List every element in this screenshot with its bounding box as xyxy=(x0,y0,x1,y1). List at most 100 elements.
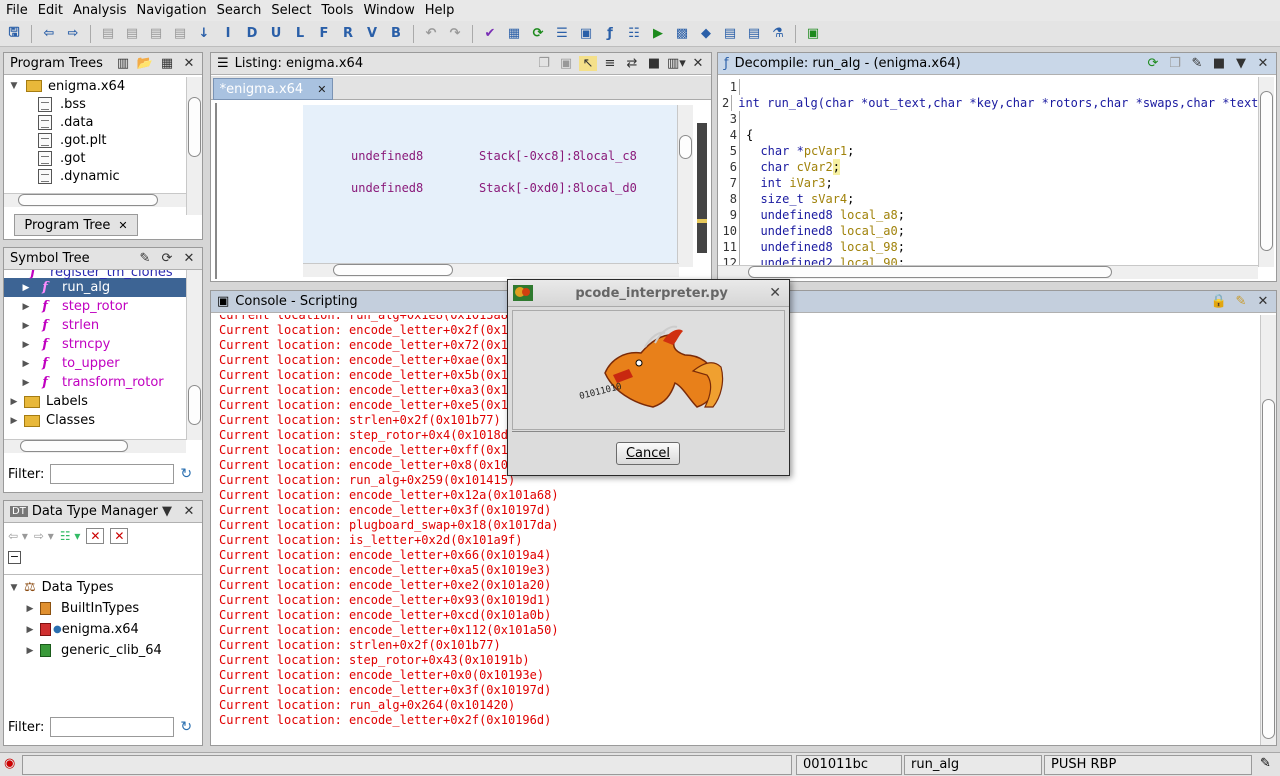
menu-search[interactable]: Search xyxy=(217,3,262,18)
filter-pointers-icon[interactable]: ✕ xyxy=(110,528,129,544)
expand-icon[interactable]: ▶ xyxy=(8,397,20,407)
decl-type[interactable]: undefined2 xyxy=(760,255,839,265)
tree-row-section[interactable]: .data xyxy=(4,113,186,131)
symbol-row[interactable]: ▶ f step_rotor xyxy=(4,297,186,316)
dtm-filter-input[interactable] xyxy=(50,717,175,737)
decompile-line[interactable]: 11 undefined8 local_98; xyxy=(722,239,1258,255)
memory-map-icon[interactable]: ▤ xyxy=(720,24,740,44)
tree-row-section[interactable]: .bss xyxy=(4,95,186,113)
refresh-icon[interactable]: ⟳ xyxy=(158,251,176,266)
decl-type[interactable]: char xyxy=(760,159,796,175)
nav-letter-u[interactable]: U xyxy=(266,24,286,44)
symbol-row[interactable]: ▶ f strlen xyxy=(4,316,186,335)
decompile-line[interactable]: 1 xyxy=(722,79,1258,95)
close-icon[interactable]: ✕ xyxy=(180,504,198,519)
clear-console-icon[interactable]: ✎ xyxy=(1232,294,1250,309)
menu-window[interactable]: Window xyxy=(363,3,414,18)
dropdown-icon[interactable]: ▼ xyxy=(158,504,176,519)
lock-icon[interactable]: 🔒 xyxy=(1210,294,1228,309)
decompile-hscroll[interactable] xyxy=(718,265,1258,279)
checkmark-icon[interactable]: ✔ xyxy=(480,24,500,44)
filter-options-icon[interactable]: ↻ xyxy=(180,719,192,735)
close-icon[interactable]: ✕ xyxy=(180,251,198,266)
field-edit-icon[interactable]: ≡ xyxy=(601,56,619,71)
collapse-icon[interactable]: ▼ xyxy=(8,81,20,91)
scroll-thumb[interactable] xyxy=(18,194,158,206)
edit-icon[interactable]: ✎ xyxy=(136,251,154,266)
tree-row-section[interactable]: .got xyxy=(4,149,186,167)
decompile-line[interactable]: 2 int run_alg(char *out_text,char *key,ch… xyxy=(722,95,1258,111)
dtm-row[interactable]: ▶ generic_clib_64 xyxy=(4,640,202,661)
nav-letter-r[interactable]: R xyxy=(338,24,358,44)
undo-icon[interactable]: ↶ xyxy=(421,24,441,44)
merge-icon[interactable]: ▦ xyxy=(158,56,176,71)
decl-var-name[interactable]: cVar2 xyxy=(797,159,833,175)
symbol-row-partial[interactable]: f register_tm_clones xyxy=(4,270,186,280)
debugger-icon[interactable]: ▣ xyxy=(803,24,823,44)
decl-type[interactable]: int xyxy=(760,175,789,191)
open-folder-icon[interactable]: 📂 xyxy=(136,56,154,71)
filter-options-icon[interactable]: ↻ xyxy=(180,466,192,482)
decompile-vscroll[interactable] xyxy=(1258,77,1274,267)
scroll-thumb[interactable] xyxy=(20,440,128,452)
decompile-line[interactable]: 6 char cVar2; xyxy=(722,159,1258,175)
create-tree-icon[interactable]: ▥ xyxy=(114,56,132,71)
decl-var-name[interactable]: local_a0 xyxy=(840,223,898,239)
decompile-line[interactable]: 10 undefined8 local_a0; xyxy=(722,223,1258,239)
decompile-line[interactable]: 4{ xyxy=(722,127,1258,143)
expand-icon[interactable]: ▶ xyxy=(20,340,32,350)
symbol-filter-input[interactable] xyxy=(50,464,175,484)
nav-letter-f[interactable]: F xyxy=(314,24,334,44)
edit-icon[interactable]: ✎ xyxy=(1260,756,1271,771)
function-signature[interactable]: int run_alg(char *out_text,char *key,cha… xyxy=(738,95,1258,111)
close-tab-icon[interactable]: ✕ xyxy=(118,219,127,232)
scroll-thumb[interactable] xyxy=(188,385,201,425)
collapse-all-icon[interactable]: − xyxy=(8,551,21,564)
expand-icon[interactable]: ▶ xyxy=(8,416,20,426)
menu-file[interactable]: File xyxy=(6,3,28,18)
back-arrow-icon[interactable]: ⇦ xyxy=(39,24,59,44)
menu-help[interactable]: Help xyxy=(425,3,455,18)
decompile-line[interactable]: 3 xyxy=(722,111,1258,127)
scroll-thumb[interactable] xyxy=(188,97,201,157)
symbol-folder-row[interactable]: ▶ Labels xyxy=(4,392,186,411)
copy-icon[interactable]: ❐ xyxy=(1166,56,1184,71)
expand-icon[interactable]: ▶ xyxy=(20,378,32,388)
dtm-row[interactable]: ▶ ● enigma.x64 xyxy=(4,619,202,640)
bytes-icon[interactable]: ▦ xyxy=(504,24,524,44)
nav-letter-l[interactable]: L xyxy=(290,24,310,44)
expand-icon[interactable]: ▶ xyxy=(20,302,32,312)
expand-icon[interactable]: ▶ xyxy=(24,625,36,635)
collapse-icon[interactable]: ▼ xyxy=(8,583,20,593)
forward-icon[interactable]: ⇨ ▾ xyxy=(34,529,54,543)
expand-icon[interactable]: ▶ xyxy=(20,283,32,293)
symbol-tree-hscroll[interactable] xyxy=(4,439,186,453)
menu-select[interactable]: Select xyxy=(271,3,311,18)
decl-var-name[interactable]: pcVar1 xyxy=(804,143,847,159)
back-icon[interactable]: ⇦ ▾ xyxy=(8,529,28,543)
expand-icon[interactable]: ▶ xyxy=(24,604,36,614)
menu-navigation[interactable]: Navigation xyxy=(137,3,207,18)
function-graph-icon[interactable]: ƒ xyxy=(600,24,620,44)
cancel-button[interactable]: Cancel xyxy=(616,442,680,465)
symbol-tree-vscroll[interactable] xyxy=(186,270,202,440)
script-manager-icon[interactable]: ◆ xyxy=(696,24,716,44)
expand-icon[interactable]: ▶ xyxy=(20,321,32,331)
decl-type[interactable]: undefined8 xyxy=(760,207,839,223)
program-tree-tab[interactable]: Program Tree ✕ xyxy=(14,214,138,236)
decl-var-name[interactable]: sVar4 xyxy=(811,191,847,207)
console-vscroll[interactable] xyxy=(1260,315,1276,745)
decompile-line[interactable]: 9 undefined8 local_a8; xyxy=(722,207,1258,223)
next-undefined-icon[interactable]: ▤ xyxy=(146,24,166,44)
symbol-row[interactable]: ▶ f strncpy xyxy=(4,335,186,354)
decl-var-name[interactable]: local_90 xyxy=(840,255,898,265)
next-data-icon[interactable]: ▤ xyxy=(122,24,142,44)
run-icon[interactable]: ▶ xyxy=(648,24,668,44)
close-icon[interactable]: ✕ xyxy=(1254,294,1272,309)
close-icon[interactable]: ✕ xyxy=(180,56,198,71)
dtm-row[interactable]: ▶ BuiltInTypes xyxy=(4,598,202,619)
menu-edit[interactable]: Edit xyxy=(38,3,63,18)
nav-letter-i[interactable]: I xyxy=(218,24,238,44)
close-icon[interactable]: ✕ xyxy=(769,285,781,301)
diff-icon[interactable]: ⇄ xyxy=(623,56,641,71)
